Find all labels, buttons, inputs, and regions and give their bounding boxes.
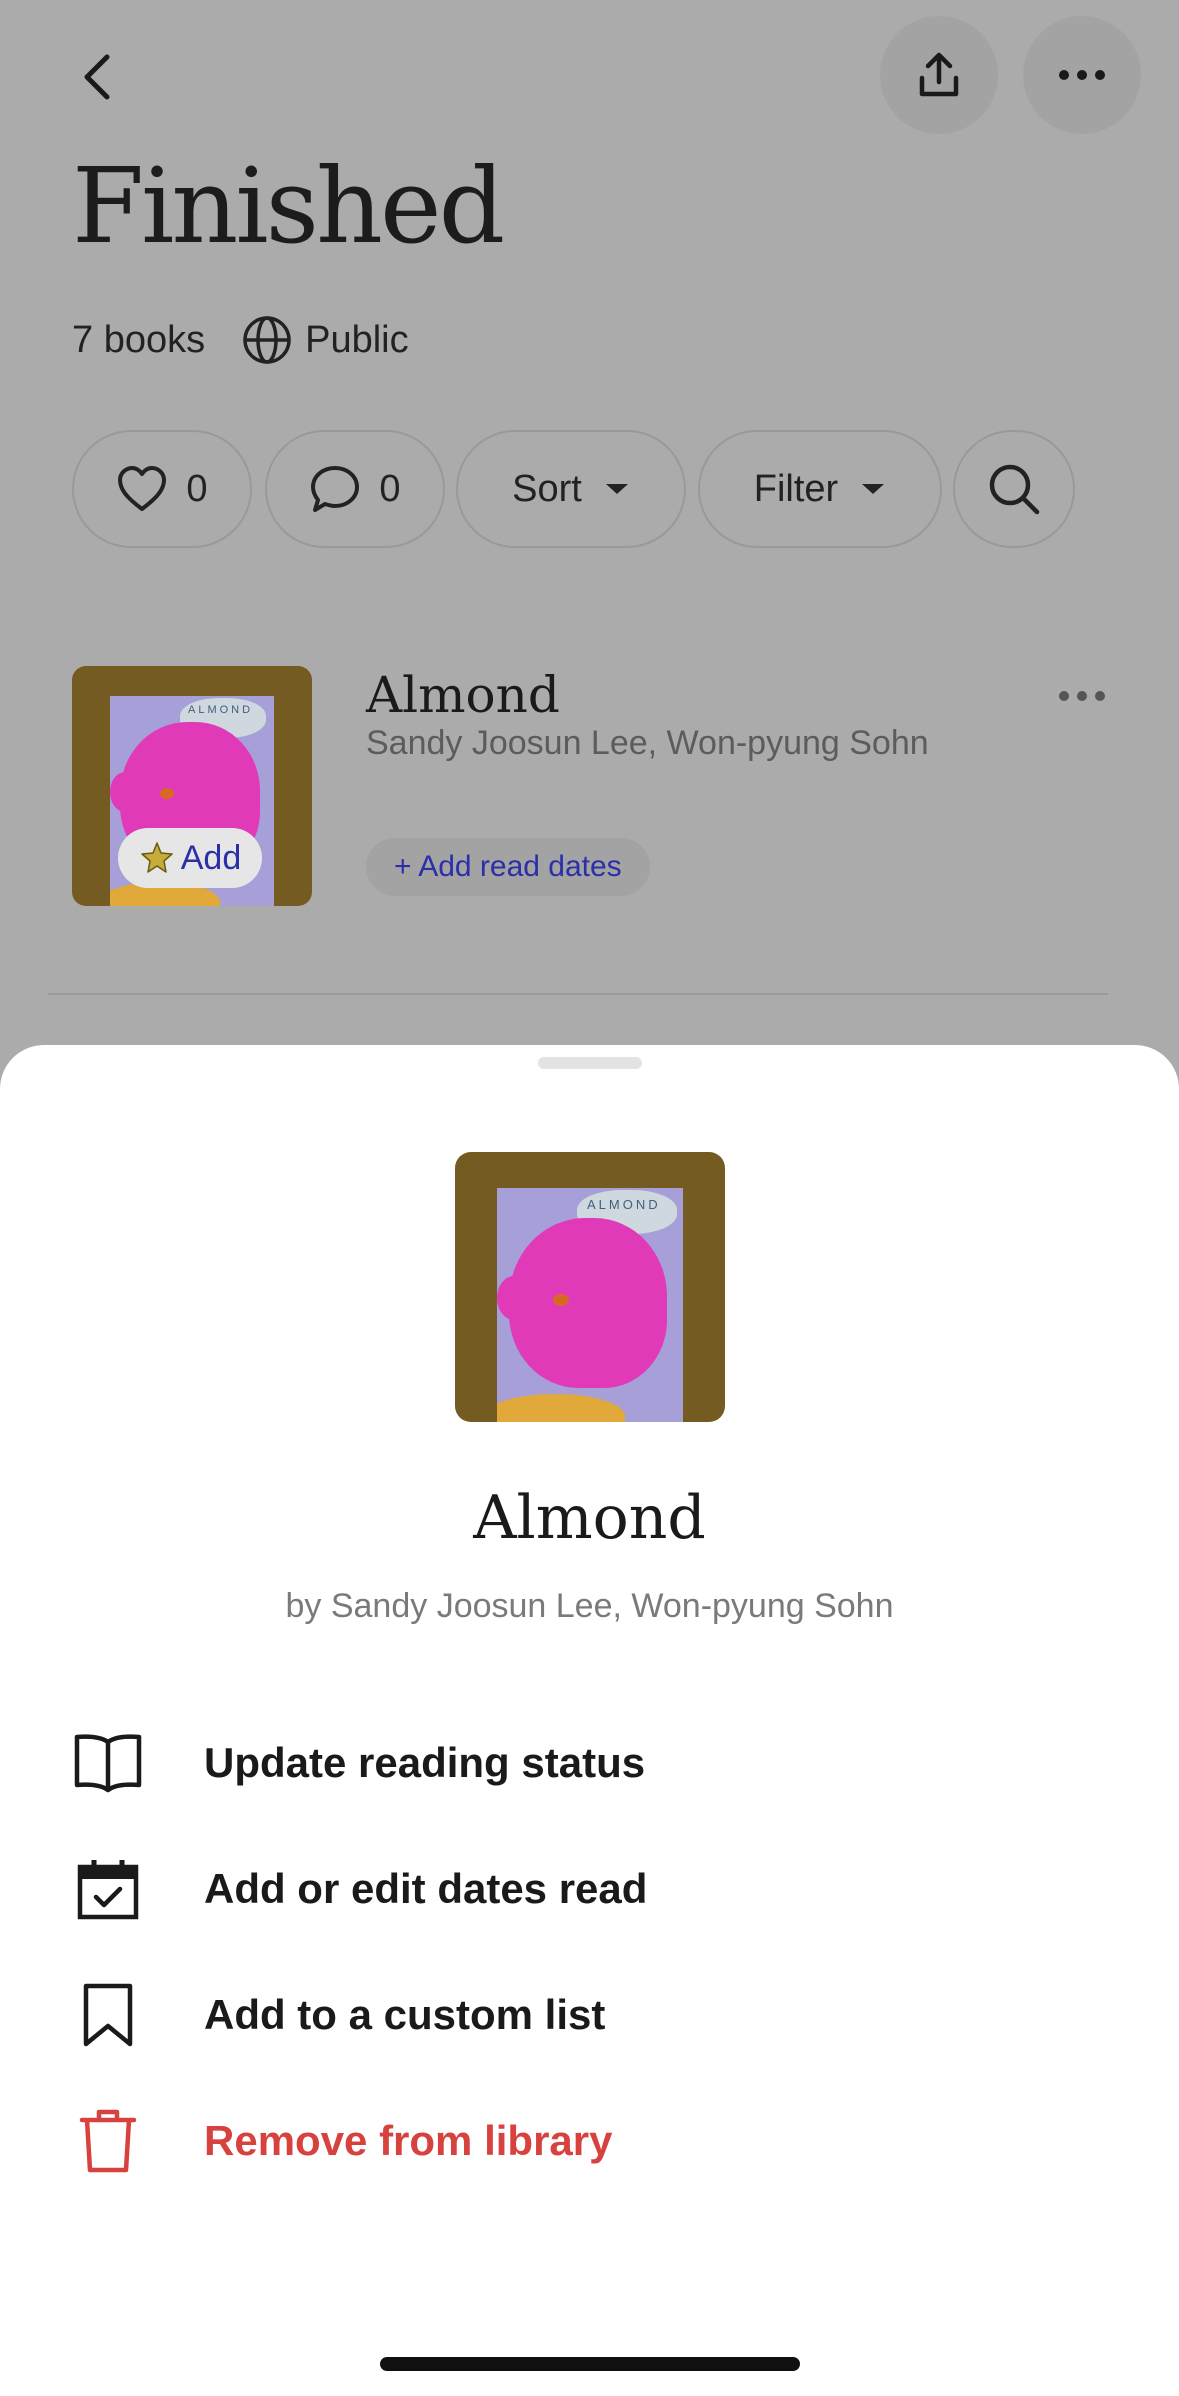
star-plus-icon (141, 842, 173, 873)
filter-label: Filter (753, 467, 839, 510)
share-icon (919, 52, 959, 97)
visibility-label: Public (305, 318, 409, 361)
book-list-item[interactable]: ALMOND Add Almond Sandy Joosun Lee, Won-… (72, 666, 1112, 910)
cover-lettering: ALMOND (188, 704, 254, 716)
update-reading-status-button[interactable]: Update reading status (72, 1713, 1112, 1813)
add-read-dates-button[interactable]: + Add read dates (366, 838, 650, 896)
list-book-authors: Sandy Joosun Lee, Won-pyung Sohn (366, 724, 929, 762)
add-to-custom-list-button[interactable]: Add to a custom list (72, 1965, 1112, 2065)
page-title: Finished (72, 145, 505, 267)
sheet-book-byline: by Sandy Joosun Lee, Won-pyung Sohn (285, 1587, 894, 1625)
caret-down-icon (862, 484, 885, 494)
update-reading-status-label: Update reading status (204, 1739, 646, 1786)
add-rating-badge[interactable]: Add (118, 828, 262, 888)
list-meta: 7 books Public (72, 312, 409, 368)
comment-icon (311, 466, 360, 512)
add-read-dates-label: + Add read dates (394, 850, 622, 883)
comment-count: 0 (379, 467, 401, 510)
bookmark-icon (83, 1983, 133, 2047)
share-button[interactable] (880, 16, 998, 134)
sort-label: Sort (512, 467, 582, 510)
list-divider (48, 993, 1108, 995)
book-count: 7 books (72, 318, 206, 361)
edit-dates-read-button[interactable]: Add or edit dates read (72, 1839, 1112, 1939)
more-horizontal-icon (1059, 691, 1105, 701)
remove-from-library-label: Remove from library (204, 2117, 613, 2164)
list-book-title[interactable]: Almond (366, 666, 560, 724)
calendar-check-icon (77, 1860, 139, 1920)
cover-lettering: ALMOND (587, 1197, 661, 1212)
caret-down-icon (605, 484, 628, 494)
back-button[interactable] (60, 40, 134, 114)
more-options-button[interactable] (1023, 16, 1141, 134)
globe-icon (243, 316, 291, 364)
sort-button[interactable]: Sort (456, 430, 686, 548)
more-horizontal-icon (1059, 70, 1105, 80)
like-button[interactable]: 0 (72, 430, 252, 548)
search-icon (989, 464, 1040, 515)
sheet-grabber[interactable] (538, 1057, 642, 1069)
search-button[interactable] (953, 430, 1075, 548)
heart-icon (118, 466, 167, 511)
home-indicator[interactable] (380, 2357, 800, 2371)
filter-button[interactable]: Filter (698, 430, 942, 548)
list-item-more-button[interactable] (1052, 676, 1112, 716)
like-count: 0 (186, 467, 208, 510)
book-cover[interactable]: ALMOND Add (72, 666, 312, 906)
sheet-book-cover: ALMOND (455, 1152, 725, 1422)
open-book-icon (74, 1734, 142, 1793)
add-badge-label: Add (180, 838, 242, 877)
trash-icon (79, 2109, 137, 2173)
comment-button[interactable]: 0 (265, 430, 445, 548)
sheet-book-title: Almond (473, 1483, 706, 1553)
book-actions-sheet: ALMOND Almond by Sandy Joosun Lee, Won-p… (0, 1045, 1179, 2396)
edit-dates-read-label: Add or edit dates read (204, 1865, 648, 1912)
chevron-left-icon (84, 54, 110, 100)
add-to-custom-list-label: Add to a custom list (204, 1991, 606, 2038)
remove-from-library-button[interactable]: Remove from library (72, 2091, 1112, 2191)
